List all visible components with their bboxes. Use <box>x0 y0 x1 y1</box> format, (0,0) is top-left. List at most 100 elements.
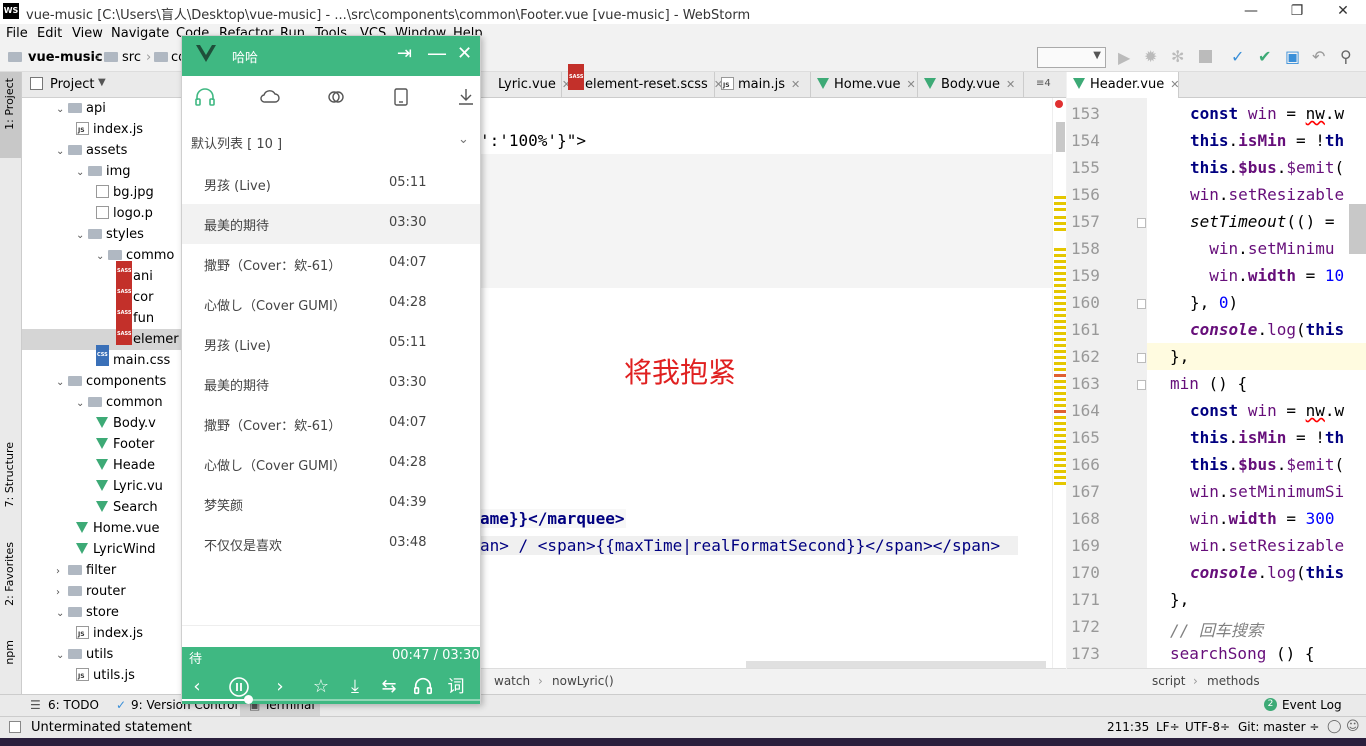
coverage-icon[interactable]: ✻ <box>1171 47 1184 66</box>
stripe-marker[interactable] <box>1054 482 1066 485</box>
menu-navigate[interactable]: Navigate <box>111 26 169 41</box>
tree-item[interactable]: Heade <box>96 455 155 476</box>
tree-item[interactable]: Body.v <box>96 413 156 434</box>
editor-left-error-stripe[interactable] <box>1052 98 1066 668</box>
stripe-marker[interactable] <box>1054 404 1066 407</box>
chevron-down-icon[interactable]: ⌄ <box>56 372 68 393</box>
stripe-marker[interactable] <box>1054 452 1066 455</box>
song-row[interactable]: 撒野（Cover：欸-61） 04:07 <box>182 404 480 444</box>
close-icon[interactable]: ✕ <box>1006 78 1015 91</box>
tree-item[interactable]: JS utils.js <box>76 665 135 686</box>
chevron-down-icon[interactable]: ▼ <box>98 77 106 88</box>
tree-item[interactable]: ⌄ commo <box>96 245 174 266</box>
menu-view[interactable]: View <box>72 26 103 41</box>
song-row[interactable]: 最美的期待 03:30 <box>182 364 480 404</box>
tree-item[interactable]: ⌄ utils <box>56 644 113 665</box>
tree-item[interactable]: Lyric.vu <box>96 476 163 497</box>
stripe-marker[interactable] <box>1054 320 1066 323</box>
chevron-down-icon[interactable]: ⌄ <box>56 141 68 162</box>
cloud-icon[interactable] <box>259 86 281 108</box>
tree-item[interactable]: LyricWind <box>76 539 156 560</box>
tab-body-vue[interactable]: Body.vue ✕ <box>918 72 1024 98</box>
stripe-marker[interactable] <box>1054 222 1066 225</box>
stripe-marker[interactable] <box>1054 196 1066 199</box>
stripe-marker[interactable] <box>1054 290 1066 293</box>
stripe-marker[interactable] <box>1054 398 1066 401</box>
file-encoding[interactable]: UTF-8÷ <box>1185 720 1230 734</box>
next-icon[interactable]: › <box>269 676 291 698</box>
stop-icon[interactable] <box>1199 50 1212 63</box>
stripe-marker[interactable] <box>1054 314 1066 317</box>
toggle-tool-windows-icon[interactable] <box>9 721 21 733</box>
tree-item[interactable]: CSS main.css <box>96 345 170 371</box>
vcs-update-icon[interactable]: ✓ <box>1231 47 1244 66</box>
tool-tab-structure[interactable]: 7: Structure <box>3 442 16 507</box>
mini-mode-icon[interactable]: ⇥ <box>397 43 412 64</box>
breadcrumb-nowlyric[interactable]: nowLyric() <box>552 674 614 688</box>
inspector-icon[interactable]: ☺ <box>1346 719 1360 734</box>
stripe-marker[interactable] <box>1054 386 1066 389</box>
tool-tab-npm[interactable]: npm <box>3 640 16 665</box>
tab-main-js[interactable]: JS main.js ✕ <box>715 72 811 98</box>
tree-item[interactable]: ⌄ common <box>76 392 163 413</box>
stripe-marker[interactable] <box>1054 332 1066 335</box>
search-everywhere-icon[interactable]: ⚲ <box>1340 47 1352 66</box>
chevron-down-icon[interactable]: ⌄ <box>76 162 88 183</box>
fold-marker-icon[interactable] <box>1137 353 1146 363</box>
chevron-down-icon[interactable]: ⌄ <box>76 393 88 414</box>
stripe-marker[interactable] <box>1054 260 1066 263</box>
stripe-marker[interactable] <box>1054 464 1066 467</box>
fold-marker-icon[interactable] <box>1137 218 1146 228</box>
tree-item[interactable]: Search <box>96 497 158 518</box>
maximize-window-button[interactable]: ❐ <box>1274 0 1320 24</box>
stripe-marker[interactable] <box>1054 344 1066 347</box>
stripe-marker[interactable] <box>1054 374 1066 377</box>
tab-element-reset-scss[interactable]: SASS element-reset.scss ✕ <box>562 64 723 98</box>
chevron-down-icon[interactable]: ⌄ <box>56 99 68 120</box>
stripe-marker[interactable] <box>1054 208 1066 211</box>
tree-item[interactable]: ⌄ styles <box>76 224 144 245</box>
headphones-icon[interactable] <box>194 86 216 108</box>
stripe-marker[interactable] <box>1054 410 1066 413</box>
close-icon[interactable]: ✕ <box>1170 78 1179 91</box>
download-icon[interactable]: ⤓ <box>344 676 366 698</box>
song-row[interactable]: 男孩 (Live) 05:11 <box>182 324 480 364</box>
stripe-marker[interactable] <box>1054 284 1066 287</box>
debug-icon[interactable]: ✹ <box>1144 47 1157 66</box>
horizontal-scrollbar[interactable] <box>746 661 1046 668</box>
progress-handle[interactable] <box>244 695 253 704</box>
previous-icon[interactable]: ‹ <box>186 676 208 698</box>
chevron-right-icon[interactable]: › <box>56 582 68 603</box>
tree-item[interactable]: bg.jpg <box>96 182 154 203</box>
breadcrumb-src[interactable]: src <box>122 50 141 65</box>
stripe-marker[interactable] <box>1054 216 1066 219</box>
song-row[interactable]: 心做し（Cover GUMI） 04:28 <box>182 444 480 484</box>
tree-item[interactable]: logo.p <box>96 203 153 224</box>
tree-item[interactable]: JS index.js <box>76 623 143 644</box>
stripe-marker[interactable] <box>1054 362 1066 365</box>
fold-marker-icon[interactable] <box>1137 299 1146 309</box>
tree-item[interactable]: › router <box>56 581 126 602</box>
stripe-marker[interactable] <box>1054 248 1066 251</box>
stripe-marker[interactable] <box>1054 434 1066 437</box>
caret-position[interactable]: 211:35 <box>1107 720 1149 734</box>
tool-window-todo[interactable]: 6: TODO <box>48 698 99 712</box>
chevron-down-icon[interactable]: ⌄ <box>458 132 469 147</box>
play-mode-icon[interactable]: ⇆ <box>378 676 400 698</box>
scroll-thumb[interactable] <box>1349 204 1366 254</box>
song-row[interactable]: 梦笑颜 04:39 <box>182 484 480 524</box>
headphones-icon[interactable] <box>412 676 434 698</box>
stripe-marker[interactable] <box>1054 228 1066 231</box>
stripe-marker[interactable] <box>1054 380 1066 383</box>
song-row[interactable]: 男孩 (Live) 05:11 <box>182 164 480 204</box>
close-icon[interactable]: ✕ <box>906 78 915 91</box>
vcs-commit-icon[interactable]: ✔ <box>1258 47 1271 66</box>
line-separator[interactable]: LF÷ <box>1156 720 1180 734</box>
stripe-marker[interactable] <box>1054 308 1066 311</box>
tree-item[interactable]: ⌄ store <box>56 602 119 623</box>
song-row[interactable]: 心做し（Cover GUMI） 04:28 <box>182 284 480 324</box>
vcs-compare-icon[interactable]: ▣ <box>1285 47 1300 66</box>
stripe-marker[interactable] <box>1054 428 1066 431</box>
download-icon[interactable] <box>455 86 477 108</box>
editor-right[interactable]: 153 154 155 156 157 158 159 160 161 162 163 164 165 1… <box>1067 98 1366 668</box>
